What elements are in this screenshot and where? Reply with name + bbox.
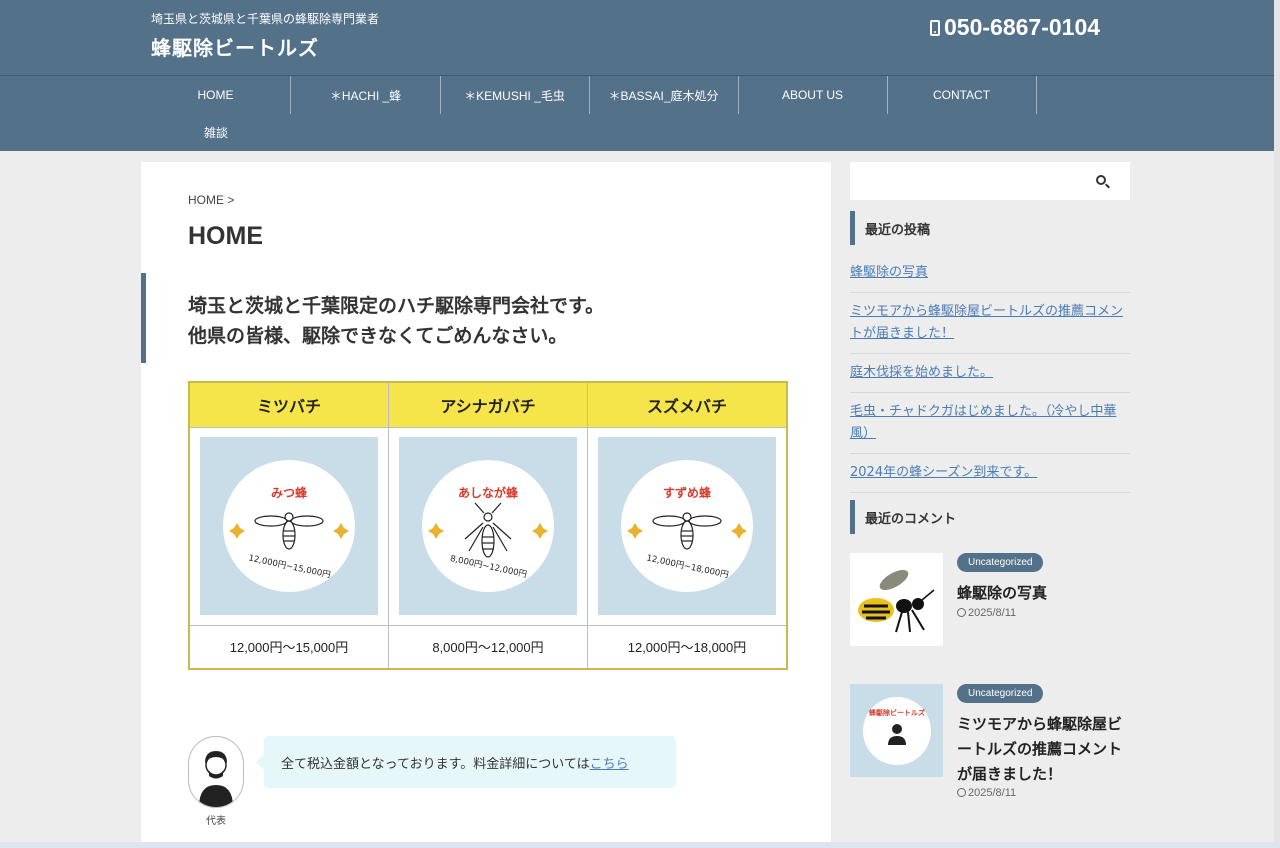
- logo-badge-text: 蜂駆除ビートルズ: [869, 708, 925, 717]
- bee-badge-image: みつ蜂 12,000円~15,000円: [200, 437, 378, 615]
- comment-post-title[interactable]: 蜂駆除の写真: [957, 581, 1127, 606]
- comment-date: 2025/8/11: [957, 787, 1016, 799]
- phone-icon: [930, 19, 940, 36]
- bee-name-header: ミツバチ: [188, 381, 389, 428]
- search-icon[interactable]: [1096, 175, 1106, 185]
- bee-price: 8,000円〜12,000円: [388, 624, 588, 670]
- main-nav: HOME ＊HACHI _蜂 ＊KEMUSHI _毛虫 ＊BASSAI_庭木処分…: [0, 76, 1274, 151]
- bee-badge-image: すずめ蜂 12,000円~18,000円: [598, 437, 776, 615]
- person-icon: [199, 751, 233, 807]
- lead-heading: 埼玉と茨城と千葉限定のハチ駆除専門会社です。 他県の皆様、駆除できなくてごめんな…: [141, 273, 831, 363]
- bee-image-cell: すずめ蜂 12,000円~18,000円: [587, 426, 788, 626]
- recent-posts-heading: 最近の投稿: [850, 211, 1130, 245]
- bee-badge-label: すずめ蜂: [663, 485, 712, 500]
- nav-item-bassai[interactable]: ＊BASSAI_庭木処分: [589, 76, 739, 114]
- bee-image-cell: みつ蜂 12,000円~15,000円: [188, 426, 389, 626]
- recent-post-link[interactable]: 2024年の蜂シーズン到来です。: [850, 465, 1037, 480]
- bee-badge-svg: あしなが蜂 8,000円~12,000円: [422, 460, 554, 592]
- recent-post-link[interactable]: 蜂駆除の写真: [850, 265, 928, 280]
- comment-date: 2025/8/11: [957, 607, 1016, 619]
- clock-icon: [957, 788, 966, 797]
- bottom-strip: [0, 842, 1280, 848]
- bee-badge-image: あしなが蜂 8,000円~12,000円: [399, 437, 577, 615]
- main-content: HOME > HOME 埼玉と茨城と千葉限定のハチ駆除専門会社です。 他県の皆様…: [141, 162, 831, 848]
- speech-text: 全て税込金額となっております。料金詳細については: [281, 756, 590, 772]
- lead-line-1: 埼玉と茨城と千葉限定のハチ駆除専門会社です。: [188, 295, 605, 317]
- comment-date-text: 2025/8/11: [968, 607, 1017, 619]
- page-scrollbar[interactable]: [1274, 0, 1280, 848]
- speaker-avatar-wrap: 代表: [188, 736, 244, 827]
- nav-item-about[interactable]: ABOUT US: [738, 76, 888, 114]
- site-tagline: 埼玉県と茨城県と千葉県の蜂駆除専門業者: [151, 12, 380, 26]
- category-badge[interactable]: Uncategorized: [957, 553, 1044, 572]
- list-item: 毛虫・チャドクガはじめました。（冷やし中華風）: [850, 393, 1130, 454]
- bee-badge-label: あしなが蜂: [458, 485, 519, 500]
- bee-badge-svg: みつ蜂 12,000円~15,000円: [223, 460, 355, 592]
- comment-thumbnail[interactable]: [850, 553, 943, 646]
- list-item: 蜂駆除の写真: [850, 254, 1130, 293]
- phone-text: 050-6867-0104: [944, 14, 1101, 40]
- category-badge[interactable]: Uncategorized: [957, 684, 1044, 703]
- pricing-link[interactable]: こちら: [590, 753, 629, 772]
- logo-badge-icon: 蜂駆除ビートルズ: [862, 696, 931, 765]
- breadcrumb[interactable]: HOME >: [188, 193, 234, 207]
- nav-item-zatsudan[interactable]: 雑談: [141, 113, 291, 151]
- lead-line-2: 他県の皆様、駆除できなくてごめんなさい。: [188, 325, 568, 347]
- page-title: HOME: [188, 222, 263, 250]
- bee-name-header: アシナガバチ: [388, 381, 588, 428]
- recent-comments-heading: 最近のコメント: [850, 500, 1130, 534]
- bee-image-cell: あしなが蜂 8,000円~12,000円: [388, 426, 588, 626]
- recent-post-link[interactable]: 庭木伐採を始めました。: [850, 365, 993, 380]
- list-item: 庭木伐採を始めました。: [850, 354, 1130, 393]
- list-item: 2024年の蜂シーズン到来です。: [850, 454, 1130, 493]
- avatar-label: 代表: [206, 816, 226, 827]
- bee-badge-label: みつ蜂: [271, 485, 308, 500]
- recent-post-link[interactable]: ミツモアから蜂駆除屋ビートルズの推薦コメントが届きました！: [850, 304, 1123, 341]
- bee-price: 12,000円〜15,000円: [188, 624, 389, 670]
- bee-badge-svg: すずめ蜂 12,000円~18,000円: [621, 460, 753, 592]
- search-box[interactable]: [850, 162, 1130, 200]
- comment-card[interactable]: 蜂駆除ビートルズ Uncategorized ミツモアから蜂駆除屋ビートルズの推…: [850, 684, 1130, 804]
- phone-number[interactable]: 050-6867-0104: [930, 14, 1100, 41]
- site-title[interactable]: 蜂駆除ビートルズ: [151, 32, 319, 61]
- recent-posts-list: 蜂駆除の写真 ミツモアから蜂駆除屋ビートルズの推薦コメントが届きました！ 庭木伐…: [850, 254, 1130, 493]
- bee-price: 12,000円〜18,000円: [587, 624, 788, 670]
- nav-item-hachi[interactable]: ＊HACHI _蜂: [291, 76, 441, 114]
- wasp-photo-icon: [857, 569, 934, 632]
- list-item: ミツモアから蜂駆除屋ビートルズの推薦コメントが届きました！: [850, 293, 1130, 354]
- site-header: 埼玉県と茨城県と千葉県の蜂駆除専門業者 蜂駆除ビートルズ 050-6867-01…: [0, 0, 1274, 76]
- bee-name-header: スズメバチ: [587, 381, 788, 428]
- nav-item-contact[interactable]: CONTACT: [887, 76, 1037, 114]
- bee-price-table: ミツバチ アシナガバチ スズメバチ みつ蜂 12,000円~15,000円 あし…: [188, 381, 788, 670]
- comment-post-title[interactable]: ミツモアから蜂駆除屋ビートルズの推薦コメントが届きました！: [957, 712, 1127, 787]
- clock-icon: [957, 608, 966, 617]
- recent-post-link[interactable]: 毛虫・チャドクガはじめました。（冷やし中華風）: [850, 404, 1116, 441]
- nav-item-kemushi[interactable]: ＊KEMUSHI _毛虫: [440, 76, 590, 114]
- speech-bubble: 全て税込金額となっております。料金詳細については こちら: [256, 736, 676, 788]
- nav-item-home[interactable]: HOME: [141, 76, 291, 114]
- comment-thumbnail[interactable]: 蜂駆除ビートルズ: [850, 684, 943, 777]
- comment-card[interactable]: Uncategorized 蜂駆除の写真 2025/8/11: [850, 553, 1130, 646]
- avatar: [188, 736, 244, 808]
- comment-date-text: 2025/8/11: [968, 787, 1017, 799]
